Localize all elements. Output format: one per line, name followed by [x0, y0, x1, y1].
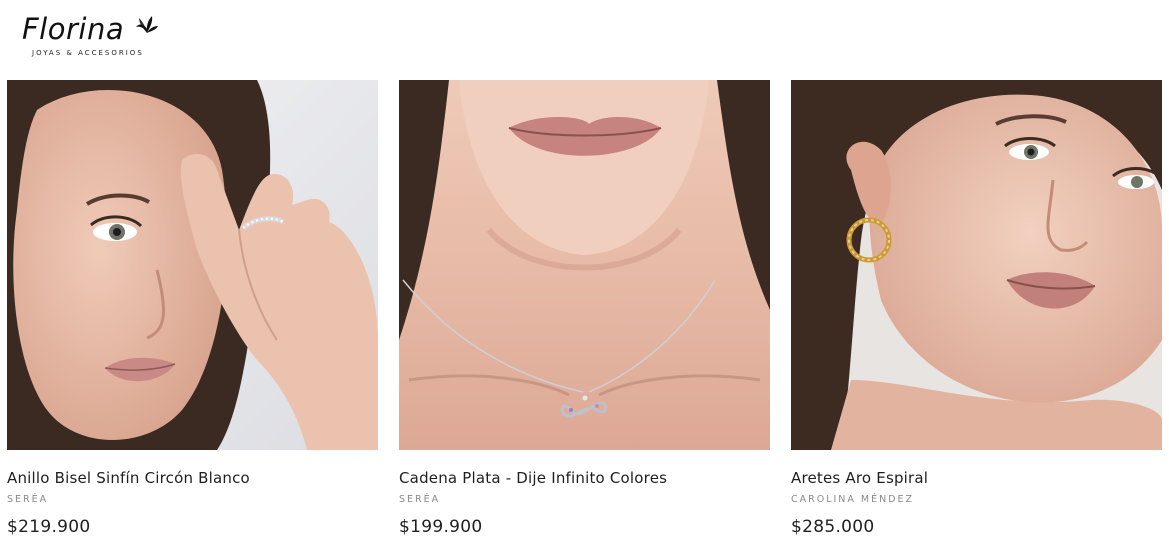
product-brand: SERÉA	[7, 494, 49, 505]
store-logo[interactable]: Florina JOYAS & ACCESORIOS	[22, 12, 172, 62]
product-price: $285.000	[791, 517, 875, 537]
product-grid: Anillo Bisel Sinfín Circón Blanco SERÉA …	[7, 80, 1163, 550]
product-image-ring-model[interactable]	[7, 80, 378, 450]
product-brand: SERÉA	[399, 494, 441, 505]
product-card-cadena[interactable]: Cadena Plata - Dije Infinito Colores SER…	[399, 80, 770, 550]
logo-wordmark: Florina	[22, 12, 125, 46]
product-image-necklace-model[interactable]	[399, 80, 770, 450]
product-card-aretes[interactable]: Aretes Aro Espiral CAROLINA MÉNDEZ $285.…	[791, 80, 1162, 550]
product-price: $219.900	[7, 517, 91, 537]
logo-tagline: JOYAS & ACCESORIOS	[32, 49, 144, 57]
product-price: $199.900	[399, 517, 483, 537]
leaf-icon	[136, 16, 158, 33]
product-name[interactable]: Cadena Plata - Dije Infinito Colores	[399, 469, 667, 487]
product-name[interactable]: Anillo Bisel Sinfín Circón Blanco	[7, 469, 250, 487]
product-brand: CAROLINA MÉNDEZ	[791, 494, 915, 505]
product-name[interactable]: Aretes Aro Espiral	[791, 469, 928, 487]
product-card-anillo[interactable]: Anillo Bisel Sinfín Circón Blanco SERÉA …	[7, 80, 378, 550]
product-image-earring-model[interactable]	[791, 80, 1162, 450]
